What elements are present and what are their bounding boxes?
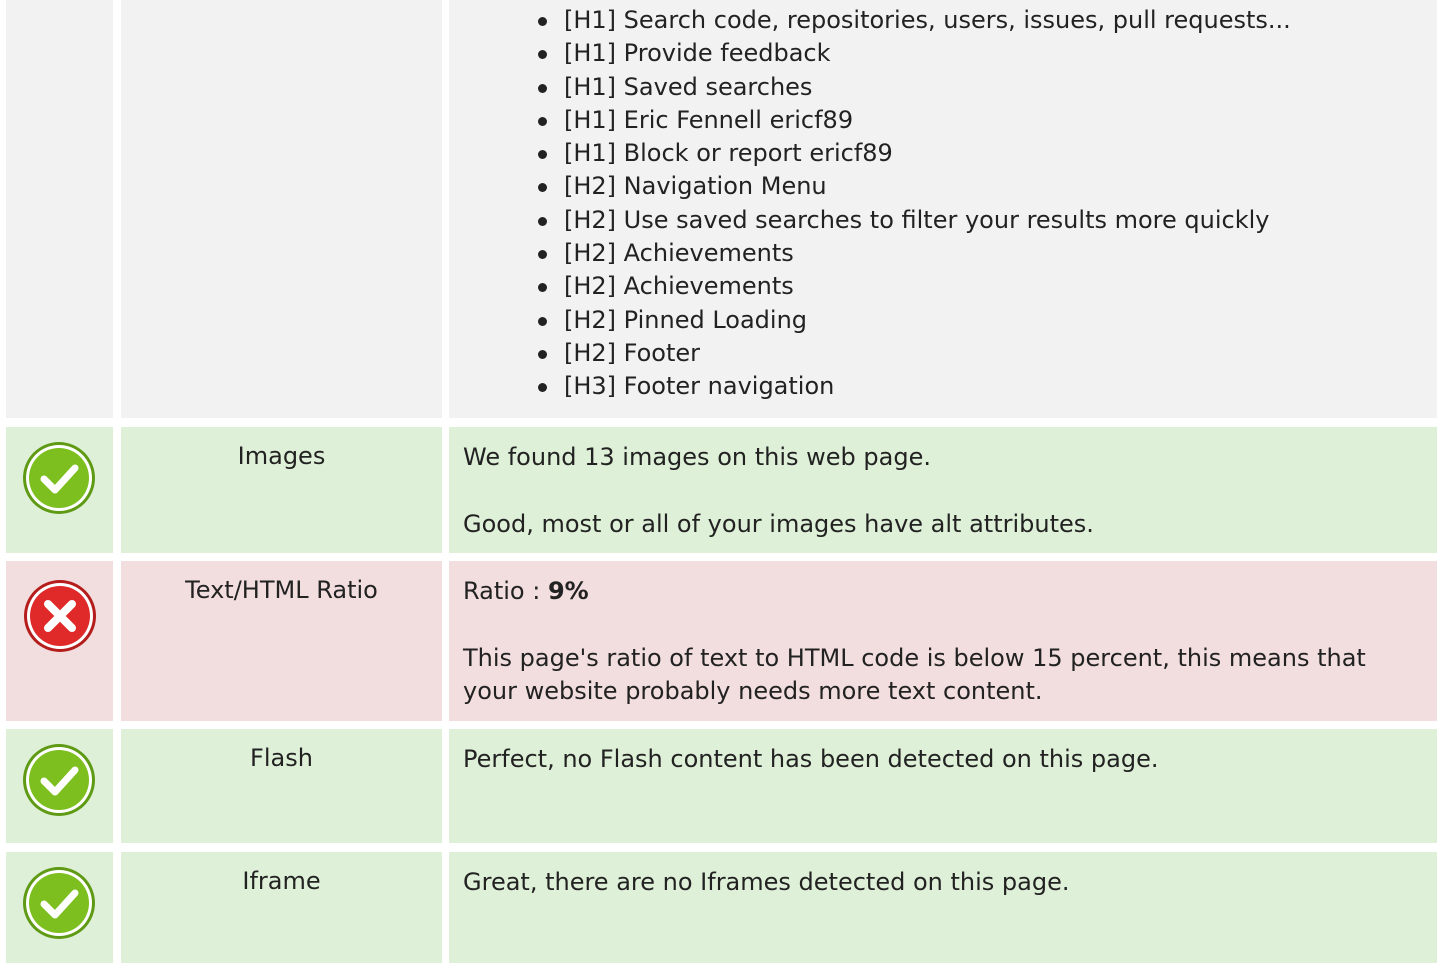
heading-item: [H1] Block or report ericf89 [538, 137, 1437, 170]
flash-content: Perfect, no Flash content has been detec… [449, 729, 1437, 843]
heading-item: [H2] Achievements [538, 237, 1437, 270]
ratio-row: Text/HTML Ratio Ratio : 9% This page's r… [0, 561, 1443, 721]
check-icon [23, 867, 95, 939]
heading-item: [H2] Navigation Menu [538, 170, 1437, 203]
heading-item: [H1] Search code, repositories, users, i… [538, 4, 1437, 37]
iframe-label: Iframe [121, 852, 442, 963]
iframe-status-cell [6, 852, 113, 963]
heading-item: [H2] Use saved searches to filter your r… [538, 204, 1437, 237]
heading-item: [H2] Achievements [538, 270, 1437, 303]
headings-row: [H1] Search code, repositories, users, i… [0, 0, 1443, 418]
images-content: We found 13 images on this web page. Goo… [449, 427, 1437, 553]
flash-label: Flash [121, 729, 442, 843]
heading-item: [H3] Footer navigation [538, 370, 1437, 403]
images-count-text: We found 13 images on this web page. [463, 443, 931, 471]
images-alt-text: Good, most or all of your images have al… [463, 510, 1094, 538]
headings-label-cell [121, 0, 442, 418]
check-icon [23, 744, 95, 816]
ratio-value-line: Ratio : 9% [463, 575, 1423, 608]
ratio-label: Text/HTML Ratio [121, 561, 442, 721]
headings-status-cell [6, 0, 113, 418]
flash-text: Perfect, no Flash content has been detec… [463, 745, 1159, 773]
headings-list: [H1] Search code, repositories, users, i… [449, 0, 1437, 404]
ratio-status-cell [6, 561, 113, 721]
images-label: Images [121, 427, 442, 553]
ratio-value: 9% [547, 577, 589, 605]
images-status-cell [6, 427, 113, 553]
ratio-content: Ratio : 9% This page's ratio of text to … [449, 561, 1437, 721]
heading-item: [H2] Pinned Loading [538, 304, 1437, 337]
images-row: Images We found 13 images on this web pa… [0, 427, 1443, 553]
ratio-explanation: This page's ratio of text to HTML code i… [463, 644, 1366, 705]
ratio-prefix: Ratio : [463, 577, 548, 605]
iframe-row: Iframe Great, there are no Iframes detec… [0, 852, 1443, 963]
flash-status-cell [6, 729, 113, 843]
iframe-text: Great, there are no Iframes detected on … [463, 868, 1070, 896]
iframe-content: Great, there are no Iframes detected on … [449, 852, 1437, 963]
error-icon [24, 580, 96, 652]
headings-content-cell: [H1] Search code, repositories, users, i… [449, 0, 1437, 418]
flash-row: Flash Perfect, no Flash content has been… [0, 729, 1443, 843]
heading-item: [H1] Provide feedback [538, 37, 1437, 70]
heading-item: [H1] Saved searches [538, 71, 1437, 104]
heading-item: [H2] Footer [538, 337, 1437, 370]
heading-item: [H1] Eric Fennell ericf89 [538, 104, 1437, 137]
check-icon [23, 442, 95, 514]
